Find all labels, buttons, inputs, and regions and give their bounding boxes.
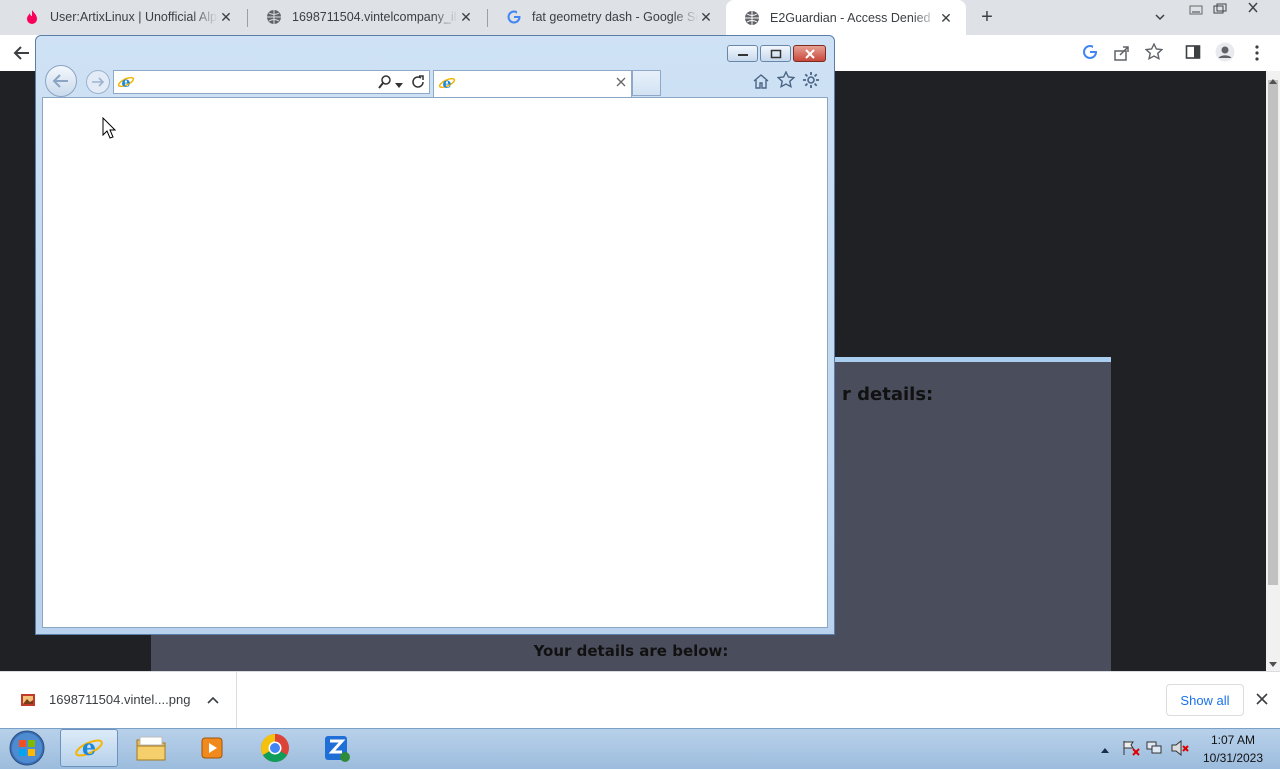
side-panel-icon[interactable]: [1185, 44, 1201, 60]
svg-text:e: e: [122, 75, 131, 91]
taskbar-google-chrome[interactable]: [246, 729, 304, 767]
new-tab-button[interactable]: +: [976, 6, 998, 28]
ie-dropdown-arrow-icon[interactable]: [395, 78, 403, 88]
show-hidden-icons-arrow-icon[interactable]: [1100, 743, 1110, 753]
close-icon[interactable]: ✕: [218, 9, 234, 25]
ie-forward-button[interactable]: [85, 69, 111, 95]
ie-tools-gear-icon[interactable]: [802, 71, 820, 89]
ie-refresh-icon[interactable]: [410, 74, 426, 90]
ie-address-input[interactable]: [140, 73, 374, 93]
tab-artixlinux[interactable]: User:ArtixLinux | Unofficial Alpha ✕: [6, 0, 246, 34]
scrollbar-thumb[interactable]: [1268, 80, 1278, 585]
tab-title: E2Guardian - Access Denied: [770, 10, 931, 25]
close-icon[interactable]: ✕: [698, 9, 714, 25]
start-button[interactable]: [7, 729, 47, 767]
kebab-menu-icon[interactable]: [1252, 44, 1262, 62]
tab-vintel-image[interactable]: 1698711504.vintelcompany_illust ✕: [248, 0, 486, 34]
tab-title: User:ArtixLinux | Unofficial Alpha: [50, 10, 218, 24]
ie-minimize-button[interactable]: [727, 45, 758, 62]
action-center-flag-icon[interactable]: [1122, 740, 1140, 756]
tab-title: 1698711504.vintelcompany_illust: [292, 10, 458, 24]
ie-new-tab-button[interactable]: [632, 70, 661, 96]
ie-tab-page-icon: e: [438, 74, 456, 92]
z-shield-icon: [325, 736, 350, 762]
ie-tab-close-icon[interactable]: [615, 76, 627, 88]
details-heading: r details:: [842, 384, 934, 405]
back-arrow-icon[interactable]: [12, 43, 32, 63]
scroll-down-arrow-icon[interactable]: [1268, 658, 1278, 667]
tab-title: fat geometry dash - Google Search: [532, 10, 698, 24]
ie-back-button[interactable]: [44, 64, 78, 98]
share-icon[interactable]: [1113, 44, 1131, 62]
globe-icon: [744, 10, 760, 26]
tab-google-search[interactable]: fat geometry dash - Google Search ✕: [488, 0, 726, 34]
google-g-icon: [506, 9, 522, 25]
window-restore-button[interactable]: [1208, 2, 1232, 16]
volume-muted-icon[interactable]: [1170, 739, 1190, 757]
clock-date[interactable]: 10/31/2023: [1196, 751, 1270, 765]
close-icon[interactable]: ✕: [458, 9, 474, 25]
media-player-icon: [201, 737, 223, 759]
ie-search-icon[interactable]: [377, 74, 393, 90]
svg-text:e: e: [82, 735, 96, 761]
network-icon[interactable]: [1146, 740, 1164, 756]
ie-favorites-star-icon[interactable]: [776, 70, 796, 89]
ie-maximize-button[interactable]: [760, 45, 791, 62]
taskbar-file-explorer[interactable]: [122, 729, 180, 767]
ie-tab[interactable]: [433, 70, 632, 97]
globe-icon: [266, 9, 282, 25]
ie-home-icon[interactable]: [752, 72, 770, 90]
chevron-up-icon[interactable]: [206, 694, 220, 706]
tab-e2guardian[interactable]: E2Guardian - Access Denied ✕: [726, 0, 966, 35]
internet-explorer-icon: e: [75, 735, 103, 761]
fandom-flame-icon: [24, 9, 40, 25]
ie-close-button[interactable]: [793, 45, 826, 62]
details-line: Your details are below:: [533, 642, 729, 660]
folder-icon: [136, 736, 166, 761]
window-close-button[interactable]: [1238, 0, 1268, 16]
download-file-name: 1698711504.vintel....png: [49, 692, 191, 707]
ie-content-area[interactable]: [42, 97, 828, 628]
mouse-cursor-icon: [102, 116, 117, 139]
close-download-bar-icon[interactable]: [1255, 692, 1269, 706]
ie-page-icon: e: [117, 73, 135, 91]
scroll-up-arrow-icon[interactable]: [1268, 74, 1278, 84]
google-lens-icon[interactable]: [1082, 44, 1098, 60]
taskbar-internet-explorer[interactable]: e: [60, 729, 118, 767]
clock-time[interactable]: 1:07 AM: [1196, 733, 1270, 747]
taskbar-z-app[interactable]: [308, 729, 366, 767]
taskbar-media-player[interactable]: [183, 729, 241, 767]
show-all-button[interactable]: Show all: [1166, 684, 1244, 716]
tab-search-icon[interactable]: [1152, 9, 1168, 25]
window-minimize-button[interactable]: [1184, 2, 1208, 16]
profile-avatar-icon[interactable]: [1215, 42, 1235, 62]
svg-text:e: e: [443, 76, 452, 92]
image-file-icon: [20, 692, 36, 708]
close-icon[interactable]: ✕: [938, 10, 954, 26]
bookmark-star-icon[interactable]: [1144, 42, 1164, 61]
chrome-icon: [261, 734, 289, 762]
